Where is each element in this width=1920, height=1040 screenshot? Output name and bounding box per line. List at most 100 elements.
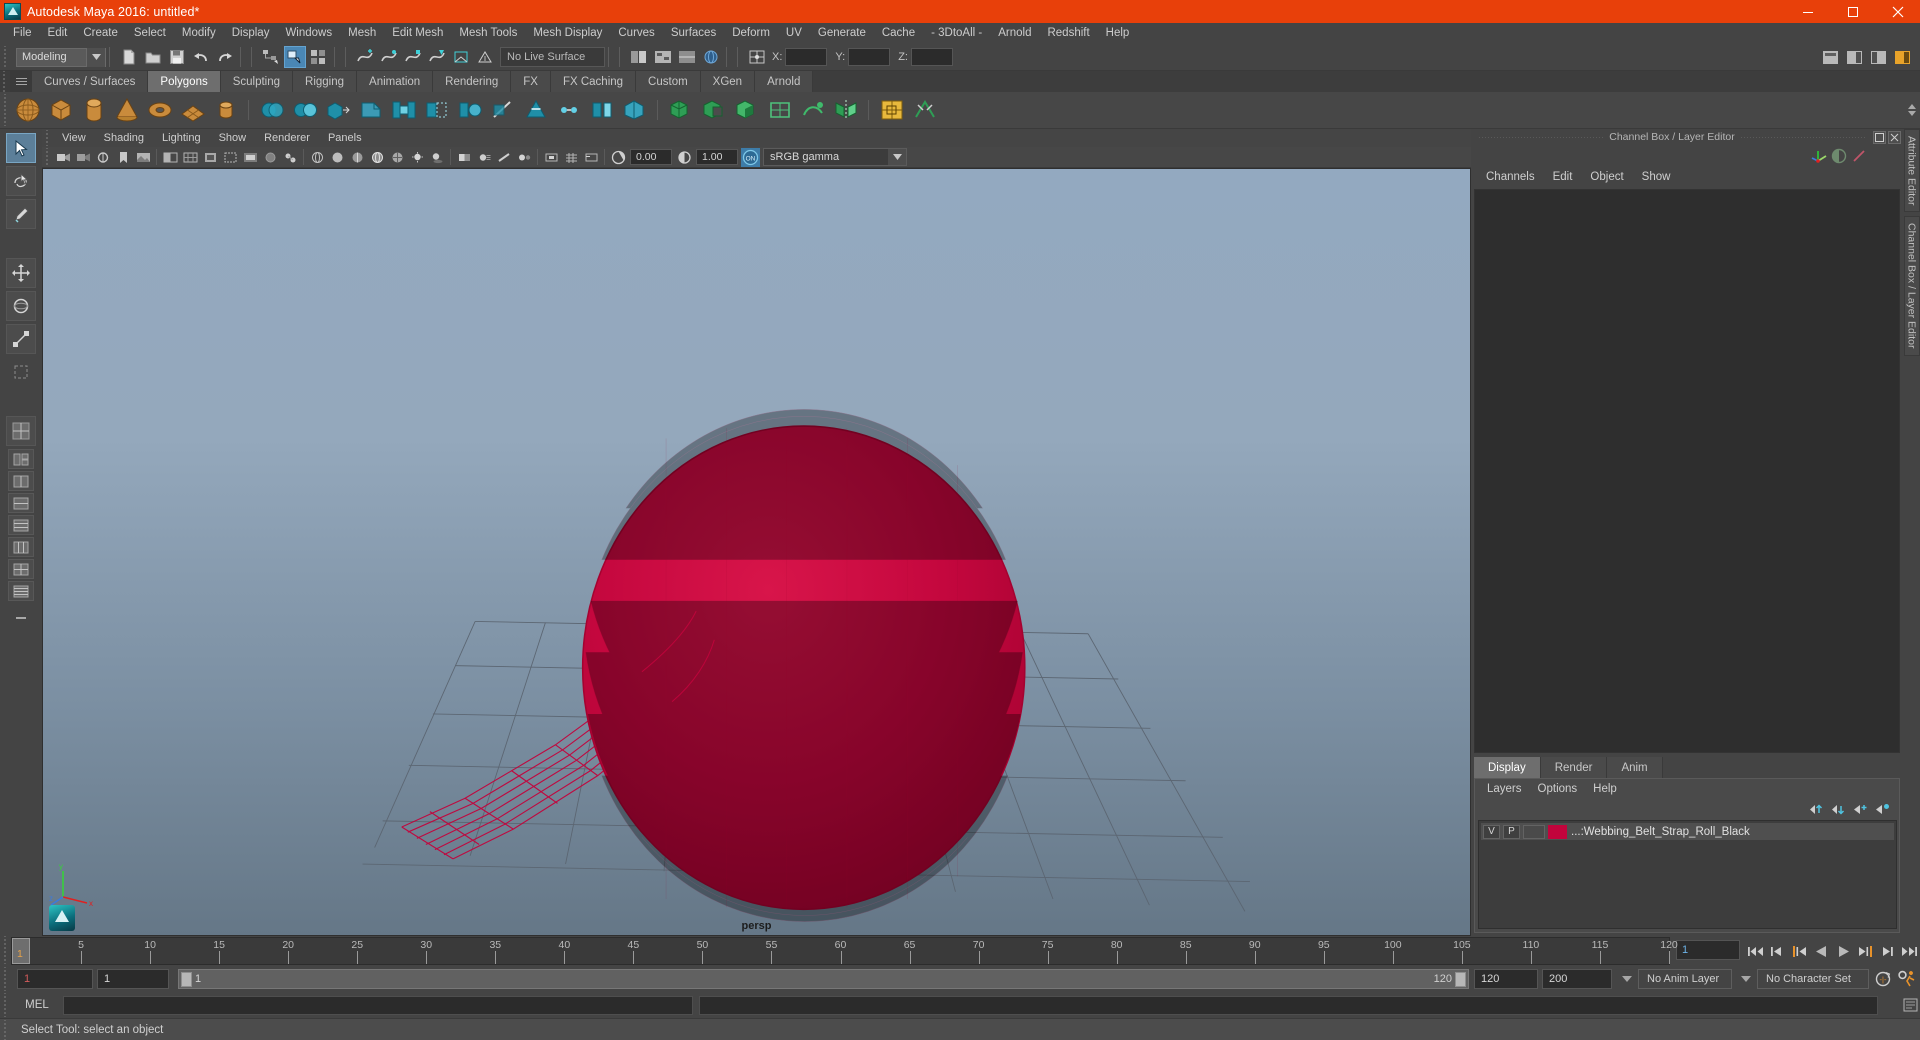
gamma-field[interactable]: 1.00	[696, 149, 738, 165]
shelf-grip[interactable]	[2, 94, 11, 126]
render-current-frame-icon[interactable]	[628, 46, 650, 68]
layer-list[interactable]: V P ...:Webbing_Belt_Strap_Roll_Black	[1478, 820, 1897, 929]
make-live-icon[interactable]	[474, 46, 496, 68]
shelf-tab-polygons[interactable]: Polygons	[148, 71, 221, 92]
menu-arnold[interactable]: Arnold	[990, 25, 1039, 42]
toggle-tool-settings-icon[interactable]	[1867, 46, 1889, 68]
detach-icon[interactable]	[586, 95, 617, 126]
polygon-disc-icon[interactable]	[210, 95, 241, 126]
layer-row[interactable]: V P ...:Webbing_Belt_Strap_Roll_Black	[1481, 823, 1894, 840]
input-output-connections-icon[interactable]	[746, 46, 768, 68]
script-editor-icon[interactable]	[1900, 998, 1920, 1012]
four-view-layout[interactable]	[8, 449, 34, 469]
vertical-tab-channel-box-layer-editor[interactable]: Channel Box / Layer Editor	[1903, 216, 1920, 356]
menu-file[interactable]: File	[5, 25, 40, 42]
channel-box[interactable]	[1474, 189, 1900, 753]
shelf-tab-rigging[interactable]: Rigging	[293, 71, 358, 92]
polygon-cylinder-icon[interactable]	[78, 95, 109, 126]
step-forward-keyframe-icon[interactable]	[1876, 936, 1898, 966]
menu-mesh[interactable]: Mesh	[340, 25, 384, 42]
lasso-select-tool[interactable]	[6, 166, 36, 196]
shelf-scroll-up-icon[interactable]	[1908, 104, 1916, 109]
viewport-menu-view[interactable]: View	[53, 132, 95, 144]
open-scene-icon[interactable]	[142, 46, 164, 68]
go-to-start-icon[interactable]	[1744, 936, 1766, 966]
select-camera-icon[interactable]	[54, 148, 73, 167]
wireframe-on-shaded-icon[interactable]	[368, 148, 387, 167]
flat-shade-icon[interactable]	[348, 148, 367, 167]
viewport-menu-lighting[interactable]: Lighting	[153, 132, 210, 144]
smooth-icon[interactable]	[454, 95, 485, 126]
help-line-grip[interactable]	[2, 1019, 11, 1040]
viewport-menu-renderer[interactable]: Renderer	[255, 132, 319, 144]
persp-four-pane-layout[interactable]	[8, 581, 34, 601]
merge-icon[interactable]	[619, 95, 650, 126]
select-tool[interactable]	[6, 133, 36, 163]
menu-mesh-tools[interactable]: Mesh Tools	[451, 25, 525, 42]
motion-blur-icon[interactable]	[475, 148, 494, 167]
persp-three-pane-layout[interactable]	[8, 559, 34, 579]
layer-playback-toggle[interactable]: P	[1503, 824, 1520, 839]
sculpt-icon[interactable]	[797, 95, 828, 126]
viewport-toolbar-grip[interactable]	[44, 147, 53, 167]
step-forward-frame-icon[interactable]	[1854, 936, 1876, 966]
play-backwards-icon[interactable]	[1810, 936, 1832, 966]
coord-x-field[interactable]	[785, 48, 828, 66]
current-frame-field[interactable]: 1	[1676, 940, 1740, 960]
viewport-menu-shading[interactable]: Shading	[95, 132, 153, 144]
multi-cut-icon[interactable]	[487, 95, 518, 126]
status-line-grip[interactable]	[2, 46, 11, 68]
select-by-hierarchy-icon[interactable]	[260, 46, 282, 68]
persp-outliner-layout[interactable]	[8, 471, 34, 491]
maximize-button[interactable]	[1830, 0, 1875, 23]
render-globe-icon[interactable]	[700, 46, 722, 68]
last-tool-used[interactable]	[6, 357, 36, 387]
booleans-union-icon[interactable]	[665, 95, 696, 126]
menu-create[interactable]: Create	[75, 25, 126, 42]
polygon-plane-icon[interactable]	[177, 95, 208, 126]
animation-preferences-icon[interactable]	[1894, 970, 1920, 988]
polygon-sphere-icon[interactable]	[12, 95, 43, 126]
combine-icon[interactable]	[256, 95, 287, 126]
use-all-lights-icon[interactable]	[408, 148, 427, 167]
menu-modify[interactable]: Modify	[174, 25, 224, 42]
coord-z-field[interactable]	[910, 48, 953, 66]
go-to-end-icon[interactable]	[1898, 936, 1920, 966]
script-language-label[interactable]: MEL	[11, 999, 63, 1011]
toggle-channel-box-icon[interactable]	[1891, 46, 1913, 68]
range-slider-grip[interactable]	[2, 967, 11, 991]
select-by-object-icon[interactable]	[284, 46, 306, 68]
wireframe-icon[interactable]	[308, 148, 327, 167]
smooth-shade-all-icon[interactable]	[328, 148, 347, 167]
snap-to-projected-icon[interactable]	[426, 46, 448, 68]
minimize-button[interactable]	[1785, 0, 1830, 23]
crease-icon[interactable]	[909, 95, 940, 126]
time-slider-grip[interactable]	[2, 936, 11, 964]
menu-mesh-display[interactable]: Mesh Display	[525, 25, 610, 42]
menu-select[interactable]: Select	[126, 25, 174, 42]
bevel-icon[interactable]	[355, 95, 386, 126]
layer-menu-options[interactable]: Options	[1530, 783, 1586, 795]
polygon-cone-icon[interactable]	[111, 95, 142, 126]
ipr-render-icon[interactable]	[652, 46, 674, 68]
snap-to-grid-icon[interactable]	[378, 46, 400, 68]
channelbox-menu-channels[interactable]: Channels	[1477, 171, 1544, 183]
move-layer-down-icon[interactable]	[1827, 801, 1849, 817]
slash-icon[interactable]	[1850, 147, 1869, 166]
auto-keyframe-icon[interactable]: -|-	[1872, 970, 1894, 988]
shelf-tab-sculpting[interactable]: Sculpting	[220, 71, 294, 92]
channelbox-menu-object[interactable]: Object	[1581, 171, 1632, 183]
separate-icon[interactable]	[289, 95, 320, 126]
booleans-intersection-icon[interactable]	[731, 95, 762, 126]
new-layer-from-selected-icon[interactable]	[1871, 801, 1893, 817]
grid-display-icon[interactable]	[181, 148, 200, 167]
depth-of-field-icon[interactable]	[515, 148, 534, 167]
mirror-icon[interactable]	[830, 95, 861, 126]
character-set-dropdown-icon[interactable]	[1741, 976, 1751, 982]
shelf-tab-xgen[interactable]: XGen	[700, 71, 756, 92]
paint-select-tool[interactable]	[6, 199, 36, 229]
step-back-keyframe-icon[interactable]	[1766, 936, 1788, 966]
uv-editor-icon[interactable]	[876, 95, 907, 126]
menu-redshift[interactable]: Redshift	[1039, 25, 1097, 42]
shelf-tab-animation[interactable]: Animation	[357, 71, 434, 92]
